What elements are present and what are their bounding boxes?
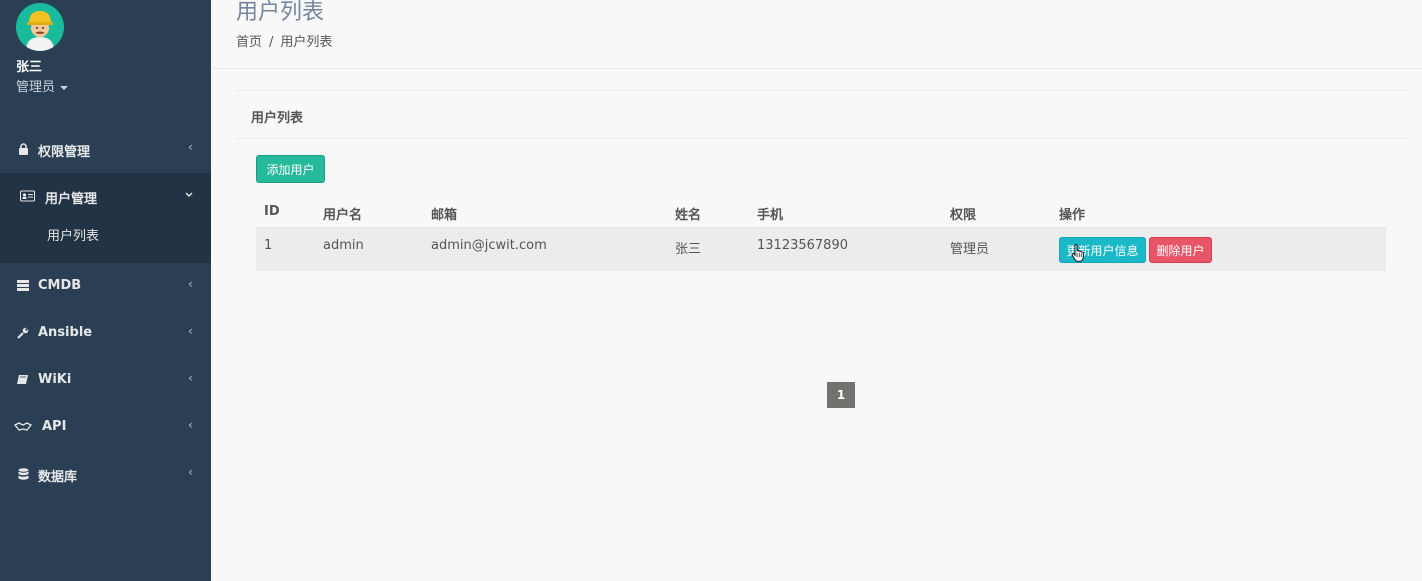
add-user-button[interactable]: 添加用户	[256, 155, 325, 183]
chevron-left-icon: ‹	[188, 465, 193, 479]
pagination-page-1[interactable]: 1	[827, 382, 855, 408]
id-card-icon	[20, 190, 35, 204]
cell-phone: 13123567890	[757, 238, 848, 253]
cell-id: 1	[264, 238, 273, 253]
cell-role: 管理员	[950, 242, 990, 257]
cell-name: 张三	[675, 242, 702, 257]
sidebar-menu: 权限管理 ‹ 用户管理 用户列表 CMDB ‹ Ansible ‹ WiKi ‹…	[0, 126, 211, 498]
panel-title: 用户列表	[251, 111, 304, 126]
cell-username: admin	[323, 238, 364, 253]
sidebar-item-cmdb[interactable]: CMDB ‹	[0, 263, 211, 310]
user-table: ID 用户名 邮箱 姓名 手机 权限 操作 1 admin admin@jcwi…	[256, 199, 1386, 271]
lock-icon	[16, 143, 30, 157]
handshake-icon	[13, 421, 33, 435]
worker-avatar-icon	[16, 3, 64, 51]
hand-cursor-icon	[1071, 244, 1084, 262]
sidebar-item-label: WiKi	[38, 372, 72, 387]
sidebar-item-label: 用户管理	[45, 192, 98, 207]
submenu-user-management: 用户列表	[0, 220, 211, 263]
sidebar: 张三 管理员 权限管理 ‹ 用户管理 用户列表 CMDB ‹ Ansible ‹…	[0, 0, 211, 581]
column-header-email: 邮箱	[431, 208, 458, 223]
avatar[interactable]	[16, 3, 64, 51]
chevron-left-icon: ‹	[188, 140, 193, 154]
sidebar-item-label: 数据库	[38, 470, 78, 485]
sidebar-item-label: 权限管理	[38, 145, 91, 160]
server-icon	[16, 280, 30, 294]
profile-role-label: 管理员	[16, 80, 56, 95]
breadcrumb-current: 用户列表	[280, 35, 333, 50]
breadcrumb-separator: /	[269, 35, 274, 50]
user-list-panel: 用户列表 添加用户 ID 用户名 邮箱 姓名 手机 权限 操作 1 admin …	[236, 90, 1406, 290]
column-header-phone: 手机	[757, 208, 784, 223]
database-icon	[16, 468, 30, 482]
sidebar-item-label: API	[42, 419, 67, 434]
column-header-username: 用户名	[323, 208, 363, 223]
sidebar-item-permission[interactable]: 权限管理 ‹	[0, 126, 211, 173]
page-header: 用户列表 首页 / 用户列表	[211, 0, 1422, 69]
sidebar-item-api[interactable]: API ‹	[0, 404, 211, 451]
cell-email: admin@jcwit.com	[431, 238, 547, 253]
column-header-actions: 操作	[1059, 208, 1086, 223]
sidebar-item-user-management[interactable]: 用户管理	[0, 173, 211, 220]
sidebar-item-database[interactable]: 数据库 ‹	[0, 451, 211, 498]
chevron-left-icon: ‹	[188, 371, 193, 385]
sidebar-item-ansible[interactable]: Ansible ‹	[0, 310, 211, 357]
chevron-left-icon: ‹	[188, 324, 193, 338]
page-title: 用户列表	[236, 0, 325, 25]
breadcrumb: 首页 / 用户列表	[236, 31, 332, 50]
delete-user-button[interactable]: 删除用户	[1149, 237, 1212, 263]
sidebar-item-label: Ansible	[38, 325, 93, 340]
caret-down-icon	[60, 85, 69, 90]
chevron-left-icon: ‹	[188, 418, 193, 432]
profile: 张三 管理员	[0, 0, 211, 126]
wrench-icon	[16, 327, 30, 341]
sidebar-item-label: CMDB	[38, 278, 82, 293]
chevron-down-icon	[185, 187, 193, 201]
column-header-name: 姓名	[675, 208, 702, 223]
sidebar-subitem-user-list[interactable]: 用户列表	[47, 225, 99, 244]
table-row: 1 admin admin@jcwit.com 张三 13123567890 管…	[256, 229, 1386, 271]
main-content: 用户列表 首页 / 用户列表 用户列表 添加用户 ID 用户名 邮箱 姓名 手机 权…	[211, 0, 1422, 581]
profile-name: 张三	[16, 60, 43, 75]
panel-divider	[236, 138, 1406, 139]
column-header-role: 权限	[950, 208, 977, 223]
book-icon	[16, 374, 30, 388]
table-header: ID 用户名 邮箱 姓名 手机 权限 操作	[256, 199, 1386, 229]
column-header-id: ID	[264, 204, 280, 219]
sidebar-item-wiki[interactable]: WiKi ‹	[0, 357, 211, 404]
breadcrumb-home-link[interactable]: 首页	[236, 35, 262, 50]
chevron-left-icon: ‹	[188, 277, 193, 291]
profile-role-dropdown[interactable]: 管理员	[16, 76, 69, 95]
